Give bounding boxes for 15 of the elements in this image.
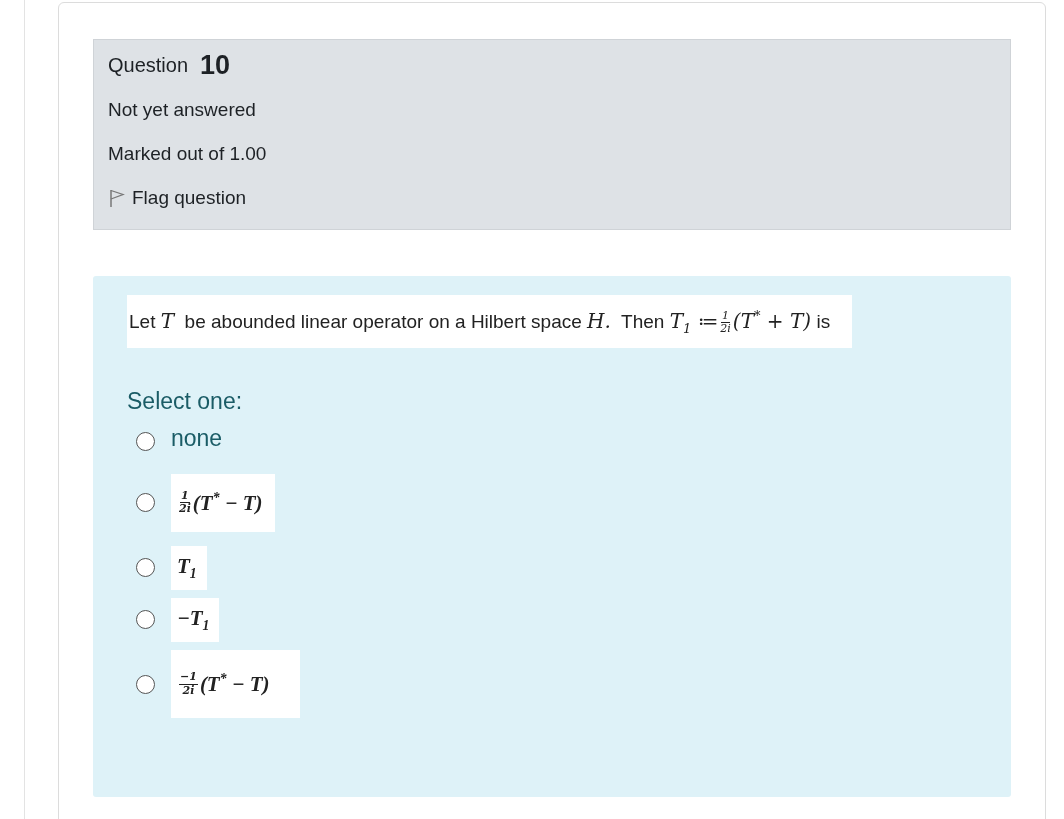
answer-formula[interactable]: −T$_{1}$: [171, 597, 220, 643]
mark-info: Marked out of 1.00: [108, 142, 267, 165]
question-label: Question: [108, 54, 189, 77]
flag-icon: [108, 187, 126, 208]
radio-button[interactable]: [136, 558, 155, 578]
answer-status: Not yet answered: [108, 98, 256, 121]
select-one-label: Select one:: [127, 387, 244, 415]
question-number: 10: [200, 54, 231, 77]
flag-question-link[interactable]: Flag question: [108, 186, 247, 209]
answer-formula[interactable]: T$_{1}$: [171, 545, 207, 590]
radio-button[interactable]: [136, 493, 155, 513]
radio-button[interactable]: [136, 674, 155, 694]
answer-label[interactable]: none: [171, 424, 223, 452]
radio-button[interactable]: [136, 610, 155, 630]
radio-button[interactable]: [136, 431, 155, 451]
